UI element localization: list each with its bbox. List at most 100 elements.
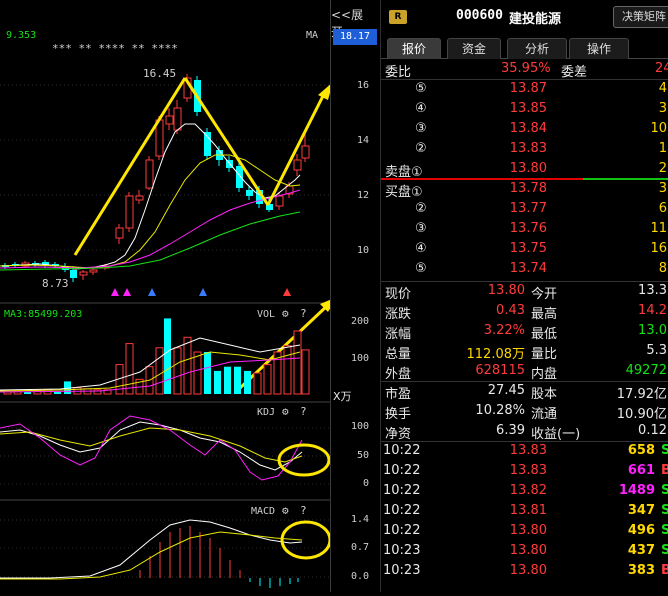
tick-volume: 437 [627,543,655,558]
quote-label: 今开 [531,287,558,302]
fund-label: 股本 [531,387,558,402]
volume-bar [224,366,231,394]
price-tick: 16 [356,80,369,91]
r-badge: R [389,10,407,24]
sell-row[interactable]: ⑤ 13.87 4 [381,80,668,100]
quote-row: 总量 112.08万 量比 5.3 [381,342,668,362]
sell-row[interactable]: ③ 13.84 10 [381,120,668,140]
quote-label: 涨跌 [385,307,412,322]
tick-price: 13.81 [509,503,547,518]
tick-row[interactable]: 10:22 13.82 1489 S [381,482,668,502]
buy-price: 13.77 [509,201,547,216]
quote-value: 0.43 [496,303,525,318]
buy-volume: 11 [650,221,667,236]
tick-direction: S [661,443,668,458]
tab-analysis[interactable]: 分析 [507,38,567,59]
vol-help-icon[interactable]: ? [300,307,307,320]
quote-label: 涨幅 [385,327,412,342]
tab-funds[interactable]: 资金 [447,38,501,59]
tab-operation[interactable]: 操作 [569,38,629,59]
tick-row[interactable]: 10:23 13.80 383 B [381,562,668,582]
quote-label: 最低 [531,327,558,342]
tick-direction: B [661,463,668,478]
tick-price: 13.80 [509,563,547,578]
tick-time: 10:22 [383,463,421,478]
diff-value: 24 [655,61,668,76]
tick-volume: 658 [627,443,655,458]
buy-level: ② [415,201,427,216]
quote-row: 现价 13.80 今开 13.3 [381,282,668,302]
macd-histogram [139,526,299,588]
quote-row: 外盘 628115 内盘 49272 [381,362,668,382]
sell-level: ④ [415,101,427,116]
buy-price: 13.76 [509,221,547,236]
buy-row[interactable]: ③ 13.76 11 [381,220,668,240]
vol-settings-icon[interactable]: ⚙ [282,307,289,320]
kdj-help-icon[interactable]: ? [300,405,307,418]
buy-row[interactable]: ② 13.77 6 [381,200,668,220]
tick-row[interactable]: 10:22 13.83 661 B [381,462,668,482]
sell-row[interactable]: ④ 13.85 3 [381,100,668,120]
kdj-settings-icon[interactable]: ⚙ [282,405,289,418]
fund-value: 10.90亿 [616,407,667,422]
tick-row[interactable]: 10:23 13.80 437 S [381,542,668,562]
ma-label: MA [306,30,318,41]
sell-price: 13.83 [509,141,547,156]
buy-level: ③ [415,221,427,236]
tick-row[interactable]: 10:22 13.80 496 S [381,522,668,542]
macd-tick: 0.0 [350,571,369,582]
price-tick: 14 [356,135,369,146]
fund-label: 流通 [531,407,558,422]
stock-header: R 000600 建投能源 决策矩阵 [381,0,668,36]
kdj-label: KDJ [257,407,275,418]
sell-row[interactable]: ② 13.83 1 [381,140,668,160]
tab-quote[interactable]: 报价 [387,38,441,59]
quote-label: 内盘 [531,367,558,382]
trend-annotation-arrows [73,77,337,390]
sell-row[interactable]: 卖盘① 13.80 2 [381,160,668,180]
volume-bar [283,345,292,395]
volume-bar [263,364,272,395]
kline-chart-svg[interactable]: 9.353 *** ** **** ** **** MA 16.45 8.73 [0,0,337,592]
high-price-label: 16.45 [143,67,176,80]
tick-price: 13.83 [509,463,547,478]
fundamental-row: 换手 10.28% 流通 10.90亿 [381,402,668,422]
star-marks: *** ** **** ** **** [52,42,178,55]
volume-bar [173,347,182,395]
macd-help-icon[interactable]: ? [300,504,307,517]
quote-value: 13.3 [638,283,667,298]
ma-value-text: 9.353 [6,30,36,41]
macd-settings-icon[interactable]: ⚙ [282,504,289,517]
fund-value: 6.39 [496,423,525,438]
volume-bar [204,352,211,394]
buy-volume: 6 [658,201,667,216]
buy-row[interactable]: 买盘① 13.78 3 [381,180,668,200]
buy-volume: 16 [650,241,667,256]
sell-volume: 3 [658,101,667,116]
stock-name: 建投能源 [509,12,562,27]
quote-label: 现价 [385,287,412,302]
buy-row[interactable]: ④ 13.75 16 [381,240,668,260]
tick-row[interactable]: 10:22 13.83 658 S [381,442,668,462]
fund-value: 27.45 [487,383,525,398]
fundamental-row: 净资 6.39 收益(一) 0.12 [381,422,668,442]
vol-tick: 200 [350,316,369,327]
candle-body [165,115,174,125]
decision-matrix-button[interactable]: 决策矩阵 [613,6,668,28]
sell-volume: 1 [658,141,667,156]
buy-level: ⑤ [415,261,427,276]
fund-label: 市盈 [385,387,412,402]
price-tick: 12 [356,190,369,201]
quote-value: 628115 [475,363,525,378]
candle-body [70,270,77,278]
buy-row[interactable]: ⑤ 13.74 8 [381,260,668,280]
candle-body [293,159,302,171]
tick-row[interactable]: 10:22 13.81 347 S [381,502,668,522]
volume-bar [244,370,251,394]
kline-chart-panel[interactable]: 9.353 *** ** **** ** **** MA 16.45 8.73 [0,0,337,592]
kdj-tick: 50 [356,450,369,461]
buy-price: 13.78 [509,181,547,196]
tick-price: 13.82 [509,483,547,498]
candle-body [204,132,211,156]
buy-volume: 3 [658,181,667,196]
